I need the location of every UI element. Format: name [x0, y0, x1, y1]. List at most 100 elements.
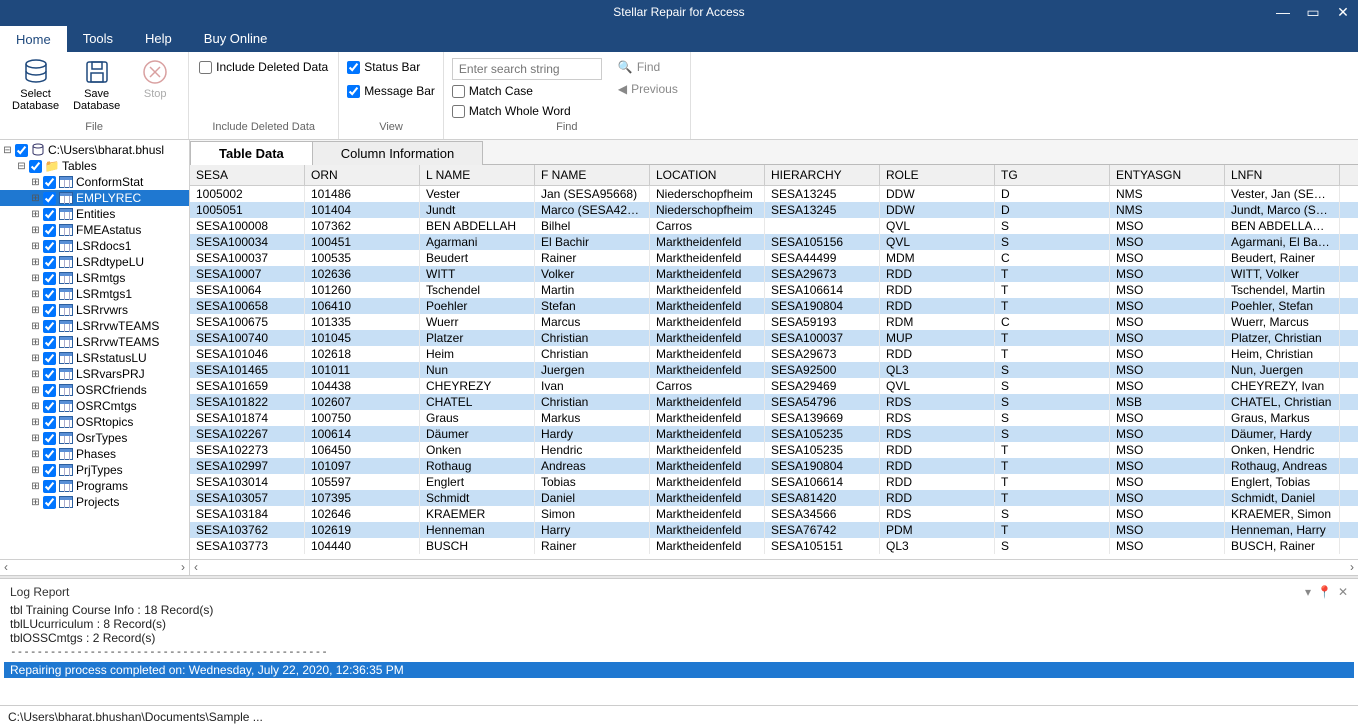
tree-item-osrcmtgs[interactable]: ⊞OSRCmtgs	[0, 398, 189, 414]
tree-checkbox[interactable]	[43, 224, 56, 237]
tree-checkbox[interactable]	[43, 400, 56, 413]
tree-twisty-icon[interactable]: ⊟	[16, 161, 27, 172]
table-row[interactable]: SESA102273106450OnkenHendricMarktheidenf…	[190, 442, 1358, 458]
tree-twisty-icon[interactable]: ⊞	[30, 385, 41, 396]
tree-item-lsrstatuslu[interactable]: ⊞LSRstatusLU	[0, 350, 189, 366]
table-row[interactable]: SESA100037100535BeudertRainerMarktheiden…	[190, 250, 1358, 266]
table-row[interactable]: 1005051101404JundtMarco (SESA42494)Niede…	[190, 202, 1358, 218]
col-header-tg[interactable]: TG	[995, 165, 1110, 185]
tree-checkbox[interactable]	[43, 368, 56, 381]
tree-checkbox[interactable]	[43, 336, 56, 349]
include-deleted-checkbox[interactable]: Include Deleted Data	[199, 58, 328, 76]
message-bar-input[interactable]	[347, 85, 360, 98]
tree-checkbox[interactable]	[43, 416, 56, 429]
tree-twisty-icon[interactable]: ⊞	[30, 497, 41, 508]
tree-checkbox[interactable]	[43, 304, 56, 317]
table-row[interactable]: SESA101046102618HeimChristianMarktheiden…	[190, 346, 1358, 362]
col-header-lnfn[interactable]: LNFN	[1225, 165, 1340, 185]
tree-item-lsrrvwrs[interactable]: ⊞LSRrvwrs	[0, 302, 189, 318]
table-row[interactable]: SESA101874100750GrausMarkusMarktheidenfe…	[190, 410, 1358, 426]
col-header-entyasgn[interactable]: ENTYASGN	[1110, 165, 1225, 185]
tree-item-phases[interactable]: ⊞Phases	[0, 446, 189, 462]
panel-pin-icon[interactable]: 📍	[1317, 585, 1332, 599]
tree-twisty-icon[interactable]: ⊞	[30, 209, 41, 220]
table-row[interactable]: SESA100740101045PlatzerChristianMarkthei…	[190, 330, 1358, 346]
tree-checkbox[interactable]	[43, 352, 56, 365]
sidebar-hscroll[interactable]: ‹›	[0, 559, 189, 575]
tree-twisty-icon[interactable]: ⊞	[30, 321, 41, 332]
match-case-input[interactable]	[452, 85, 465, 98]
tree-checkbox[interactable]	[43, 240, 56, 253]
tree-checkbox[interactable]	[29, 160, 42, 173]
tree-checkbox[interactable]	[43, 320, 56, 333]
col-header-location[interactable]: LOCATION	[650, 165, 765, 185]
tree-item-lsrvarsprj[interactable]: ⊞LSRvarsPRJ	[0, 366, 189, 382]
tree-item-lsrdocs1[interactable]: ⊞LSRdocs1	[0, 238, 189, 254]
tree-item-fmeastatus[interactable]: ⊞FMEAstatus	[0, 222, 189, 238]
tree-checkbox[interactable]	[43, 208, 56, 221]
tree-twisty-icon[interactable]: ⊟	[2, 145, 13, 156]
tree-tables-node[interactable]: ⊟📁Tables	[0, 158, 189, 174]
tree-twisty-icon[interactable]: ⊞	[30, 241, 41, 252]
tree-checkbox[interactable]	[43, 464, 56, 477]
minimize-button[interactable]: —	[1268, 0, 1298, 24]
table-row[interactable]: SESA10007102636WITTVolkerMarktheidenfeld…	[190, 266, 1358, 282]
previous-button[interactable]: ◀ Previous	[614, 80, 682, 98]
tree-view[interactable]: ⊟C:\Users\bharat.bhusl⊟📁Tables⊞ConformSt…	[0, 140, 189, 559]
tree-twisty-icon[interactable]: ⊞	[30, 225, 41, 236]
include-deleted-input[interactable]	[199, 61, 212, 74]
tree-checkbox[interactable]	[43, 272, 56, 285]
col-header-hierarchy[interactable]: HIERARCHY	[765, 165, 880, 185]
menu-home[interactable]: Home	[0, 24, 67, 52]
table-row[interactable]: SESA10064101260TschendelMartinMarktheide…	[190, 282, 1358, 298]
tree-checkbox[interactable]	[43, 384, 56, 397]
tree-checkbox[interactable]	[43, 480, 56, 493]
menu-buy-online[interactable]: Buy Online	[188, 24, 284, 52]
table-row[interactable]: 1005002101486VesterJan (SESA95668)Nieder…	[190, 186, 1358, 202]
tree-twisty-icon[interactable]: ⊞	[30, 401, 41, 412]
tree-twisty-icon[interactable]: ⊞	[30, 273, 41, 284]
table-row[interactable]: SESA103184102646KRAEMERSimonMarktheidenf…	[190, 506, 1358, 522]
tree-checkbox[interactable]	[15, 144, 28, 157]
tree-checkbox[interactable]	[43, 256, 56, 269]
table-row[interactable]: SESA101659104438CHEYREZYIvanCarrosSESA29…	[190, 378, 1358, 394]
tree-twisty-icon[interactable]: ⊞	[30, 433, 41, 444]
tree-twisty-icon[interactable]: ⊞	[30, 337, 41, 348]
table-row[interactable]: SESA102997101097RothaugAndreasMarktheide…	[190, 458, 1358, 474]
menu-tools[interactable]: Tools	[67, 24, 129, 52]
status-bar-input[interactable]	[347, 61, 360, 74]
tree-twisty-icon[interactable]: ⊞	[30, 449, 41, 460]
table-row[interactable]: SESA100675101335WuerrMarcusMarktheidenfe…	[190, 314, 1358, 330]
save-database-button[interactable]: Save Database	[69, 56, 124, 114]
col-header-role[interactable]: ROLE	[880, 165, 995, 185]
table-row[interactable]: SESA101822102607CHATELChristianMarktheid…	[190, 394, 1358, 410]
menu-help[interactable]: Help	[129, 24, 188, 52]
tree-item-programs[interactable]: ⊞Programs	[0, 478, 189, 494]
tree-twisty-icon[interactable]: ⊞	[30, 465, 41, 476]
tree-checkbox[interactable]	[43, 448, 56, 461]
message-bar-checkbox[interactable]: Message Bar	[347, 82, 435, 100]
tree-checkbox[interactable]	[43, 176, 56, 189]
tree-item-osrtopics[interactable]: ⊞OSRtopics	[0, 414, 189, 430]
tree-twisty-icon[interactable]: ⊞	[30, 417, 41, 428]
match-whole-checkbox[interactable]: Match Whole Word	[452, 102, 602, 120]
find-button[interactable]: 🔍 Find	[614, 58, 682, 76]
tree-twisty-icon[interactable]: ⊞	[30, 481, 41, 492]
tree-checkbox[interactable]	[43, 432, 56, 445]
tab-column-info[interactable]: Column Information	[312, 141, 483, 165]
tree-checkbox[interactable]	[43, 192, 56, 205]
tree-item-entities[interactable]: ⊞Entities	[0, 206, 189, 222]
maximize-button[interactable]: ▭	[1298, 0, 1328, 24]
table-row[interactable]: SESA103057107395SchmidtDanielMarktheiden…	[190, 490, 1358, 506]
tree-item-projects[interactable]: ⊞Projects	[0, 494, 189, 510]
match-whole-input[interactable]	[452, 105, 465, 118]
grid-body[interactable]: 1005002101486VesterJan (SESA95668)Nieder…	[190, 186, 1358, 554]
tree-item-lsrdtypelu[interactable]: ⊞LSRdtypeLU	[0, 254, 189, 270]
tree-item-osrtypes[interactable]: ⊞OsrTypes	[0, 430, 189, 446]
tree-item-lsrmtgs[interactable]: ⊞LSRmtgs	[0, 270, 189, 286]
status-bar-checkbox[interactable]: Status Bar	[347, 58, 420, 76]
close-button[interactable]: ✕	[1328, 0, 1358, 24]
table-row[interactable]: SESA103773104440BUSCHRainerMarktheidenfe…	[190, 538, 1358, 554]
tree-checkbox[interactable]	[43, 496, 56, 509]
tree-twisty-icon[interactable]: ⊞	[30, 289, 41, 300]
